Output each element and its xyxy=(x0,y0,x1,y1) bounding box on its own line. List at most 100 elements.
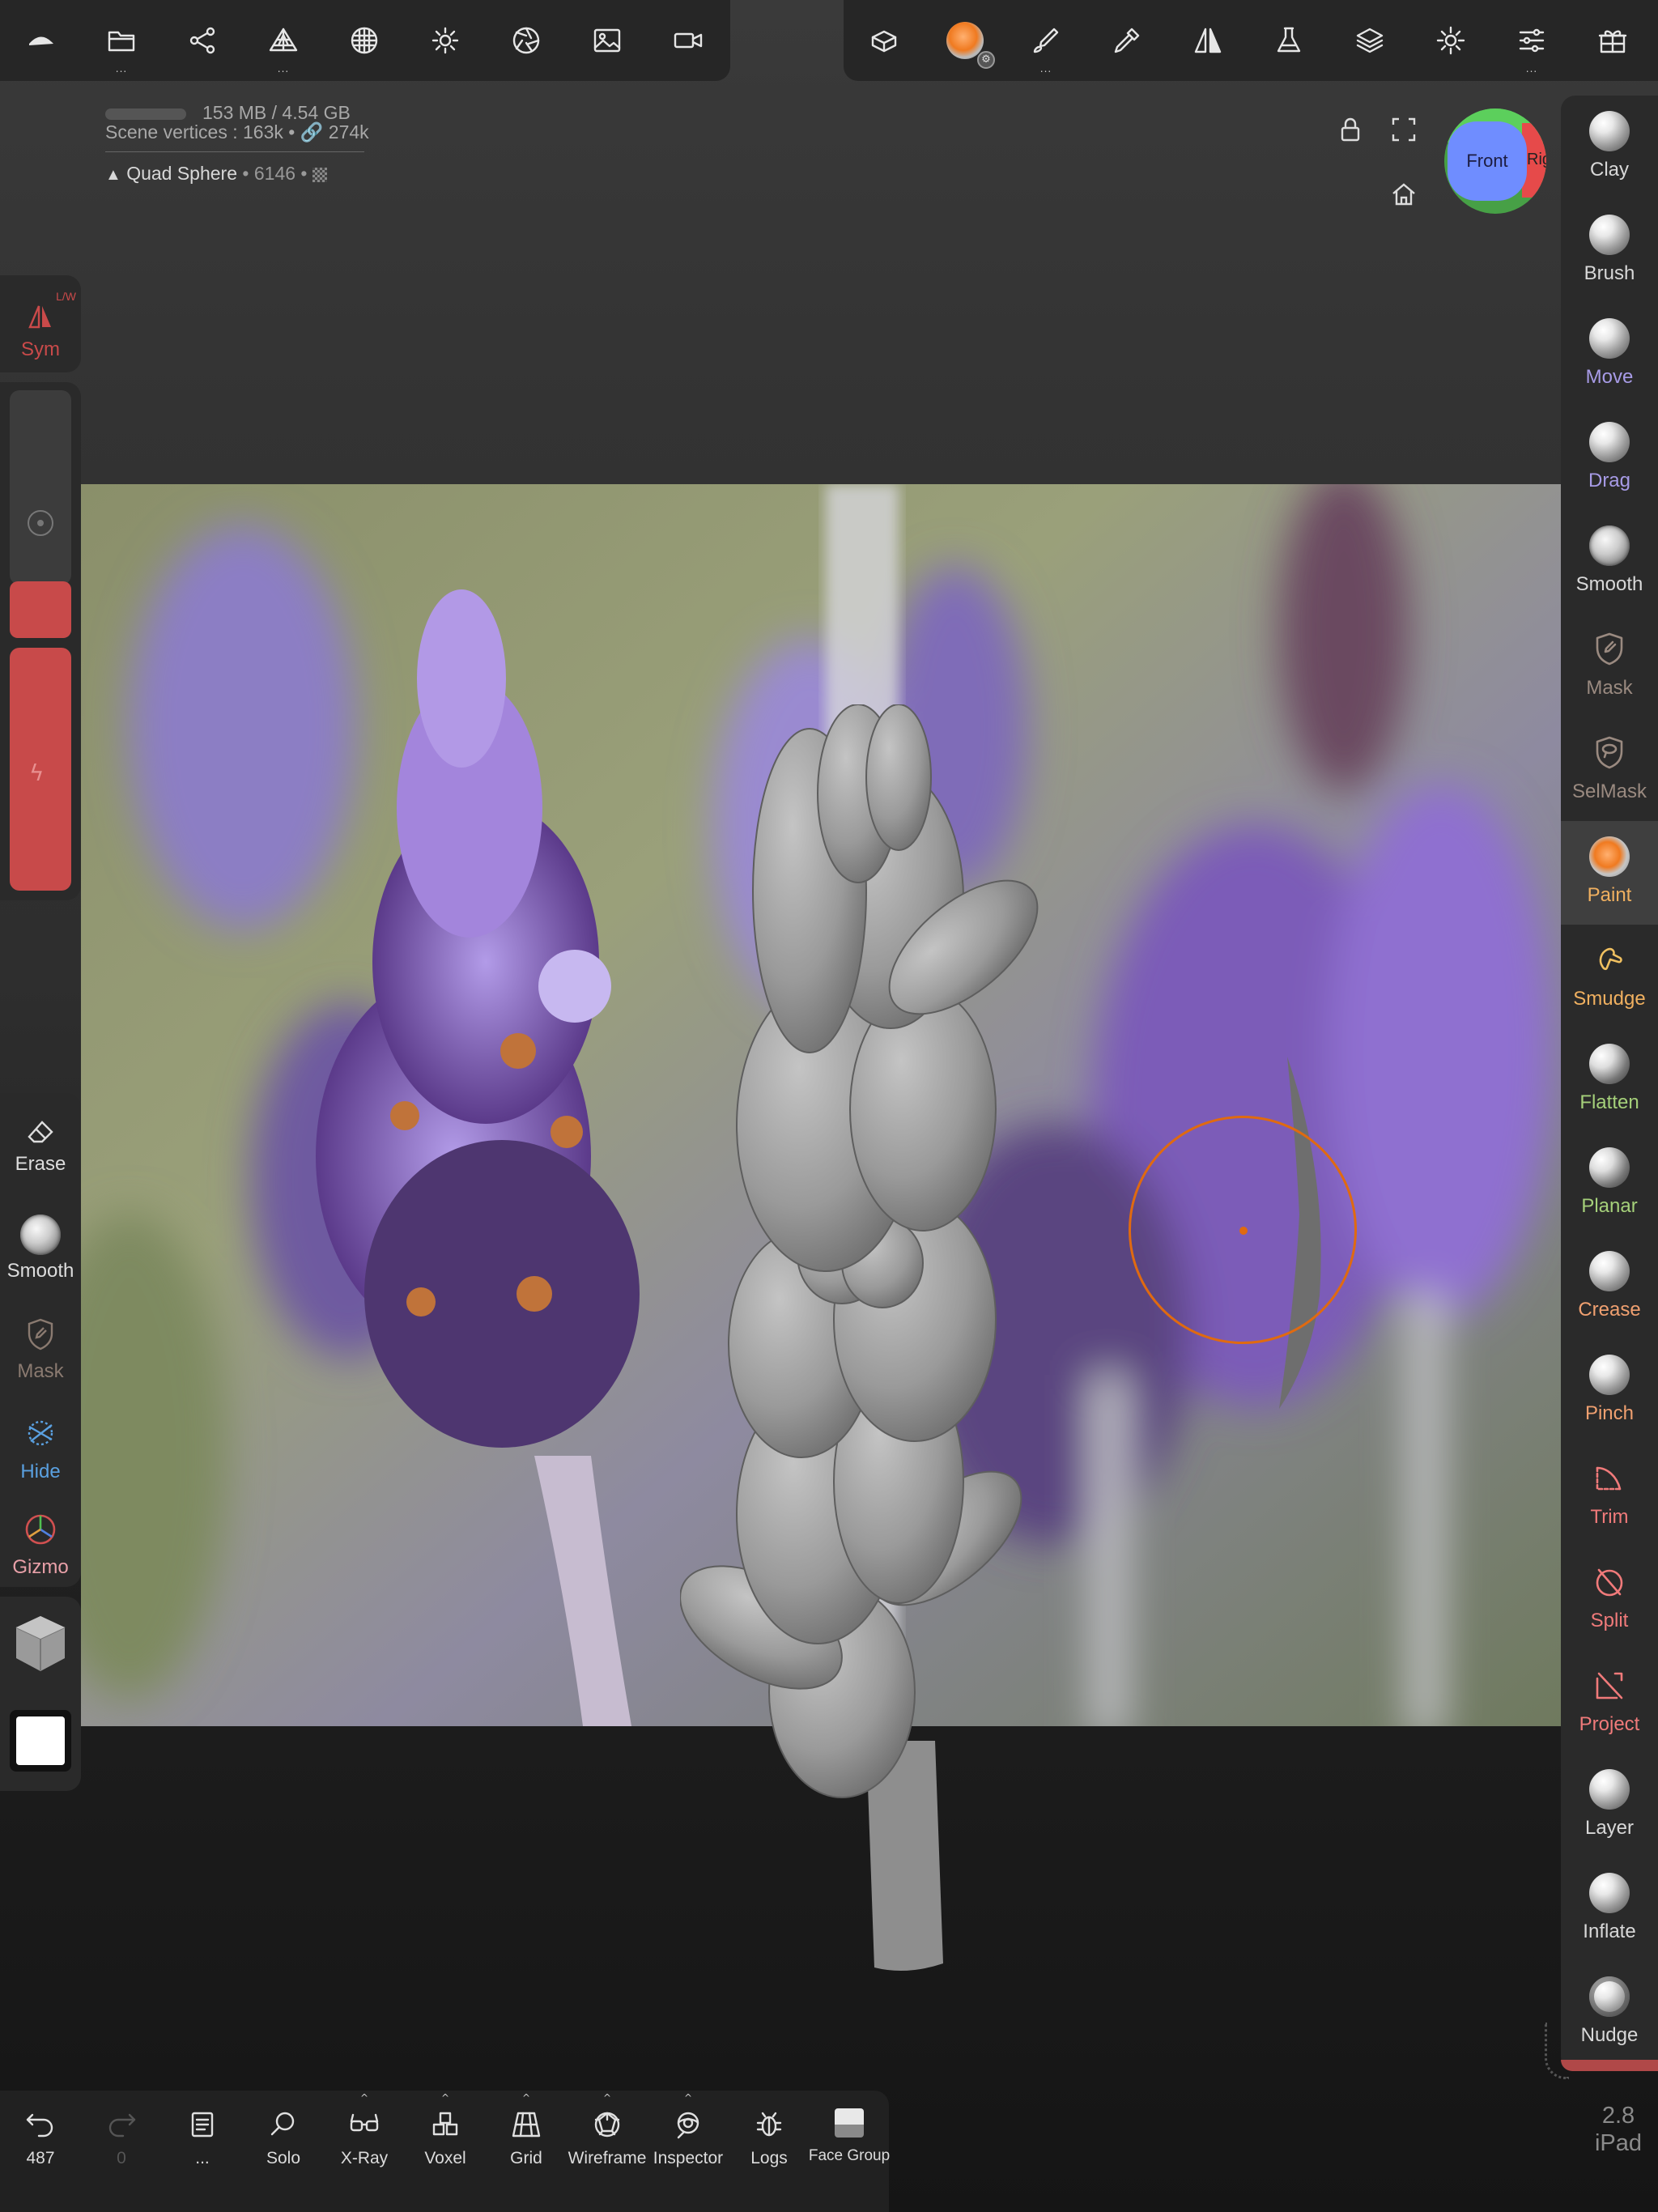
inflate-icon xyxy=(1589,1873,1630,1913)
radius-slider[interactable] xyxy=(10,390,71,585)
gift-icon[interactable] xyxy=(1572,0,1653,81)
tool-layer[interactable]: Layer xyxy=(1561,1754,1658,1857)
undo-button[interactable]: 487 xyxy=(0,2091,81,2172)
tool-smudge[interactable]: Smudge xyxy=(1561,925,1658,1028)
scene-graph-icon[interactable] xyxy=(162,0,243,81)
smooth-icon xyxy=(20,1214,61,1255)
inspector-button[interactable]: ^ Inspector xyxy=(648,2091,729,2172)
hide-button[interactable]: Hide xyxy=(0,1409,81,1506)
version-label: 2.8 iPad xyxy=(1579,2102,1658,2157)
tool-trim[interactable]: Trim xyxy=(1561,1443,1658,1546)
redo-button[interactable]: 0 xyxy=(81,2091,162,2172)
symmetry-icon xyxy=(27,303,54,334)
eyedropper-icon[interactable] xyxy=(1086,0,1167,81)
clay-icon xyxy=(1589,111,1630,151)
folder-icon[interactable] xyxy=(81,0,162,81)
intensity-slider[interactable]: ϟ xyxy=(10,648,71,891)
layer-icon xyxy=(1589,1769,1630,1810)
tool-mask[interactable]: Mask xyxy=(1561,614,1658,717)
tool-flatten[interactable]: Flatten xyxy=(1561,1028,1658,1132)
mesh-icon: ▲ xyxy=(105,166,121,184)
settings-gear-icon[interactable] xyxy=(1410,0,1491,81)
layers-icon[interactable] xyxy=(1329,0,1410,81)
tool-planar[interactable]: Planar xyxy=(1561,1132,1658,1236)
tool-inflate[interactable]: Inflate xyxy=(1561,1857,1658,1961)
tool-split[interactable]: Split xyxy=(1561,1546,1658,1650)
wireframe-button[interactable]: ^ Wireframe xyxy=(567,2091,648,2172)
mask-button[interactable]: Mask xyxy=(0,1312,81,1409)
flask-icon[interactable] xyxy=(1248,0,1329,81)
planar-icon xyxy=(1589,1147,1630,1188)
resize-handle-icon[interactable] xyxy=(1545,2023,1569,2079)
voxel-button[interactable]: ^ Voxel xyxy=(405,2091,486,2172)
symmetry-panel[interactable]: L/W Sym xyxy=(0,275,81,372)
solo-button[interactable]: Solo xyxy=(243,2091,324,2172)
tool-selmask[interactable]: SelMask xyxy=(1561,717,1658,821)
face-group-icon xyxy=(835,2108,864,2138)
top-toolbar-left xyxy=(0,0,730,81)
tool-drag[interactable]: Drag xyxy=(1561,406,1658,510)
grid-button[interactable]: ^ Grid xyxy=(486,2091,567,2172)
xray-button[interactable]: ^ X-Ray xyxy=(324,2091,405,2172)
memory-text: 153 MB / 4.54 GB xyxy=(202,102,351,123)
view-cube-front[interactable]: Front xyxy=(1448,121,1527,201)
device-name: iPad xyxy=(1594,2130,1643,2156)
topology-icon[interactable] xyxy=(243,0,324,81)
symmetry-icon[interactable] xyxy=(1167,0,1248,81)
quick-tools-panel: Erase Smooth Mask Hide Gizmo xyxy=(0,1093,81,1587)
undo-icon xyxy=(26,2113,53,2138)
paint-material-icon[interactable]: ⚙ xyxy=(925,0,1005,81)
sliders-icon[interactable] xyxy=(1491,0,1572,81)
tool-crease[interactable]: Crease xyxy=(1561,1236,1658,1339)
tool-paint[interactable]: Paint xyxy=(1561,821,1658,925)
gizmo-button[interactable]: Gizmo xyxy=(0,1506,81,1603)
mask-icon xyxy=(23,1317,58,1355)
tools-scroll-indicator[interactable] xyxy=(1561,2060,1658,2071)
material-icon[interactable] xyxy=(324,0,405,81)
view-cube[interactable]: Rig Front xyxy=(1444,108,1546,214)
tool-smooth[interactable]: Smooth xyxy=(1561,510,1658,614)
fullscreen-icon[interactable] xyxy=(1389,115,1418,147)
radius-slider-fill[interactable] xyxy=(10,581,71,638)
logs-button[interactable]: Logs xyxy=(729,2091,810,2172)
matcap-cube-icon[interactable] xyxy=(10,1611,71,1676)
background-image-icon[interactable] xyxy=(567,0,648,81)
scene-vertices-text: Scene vertices : 163k xyxy=(105,121,283,143)
flatten-icon xyxy=(1589,1044,1630,1084)
hide-icon xyxy=(21,1414,60,1456)
camera-aperture-icon[interactable] xyxy=(486,0,567,81)
tool-nudge[interactable]: Nudge xyxy=(1561,1961,1658,2065)
lock-icon[interactable] xyxy=(1336,115,1365,147)
tool-clay[interactable]: Clay xyxy=(1561,96,1658,199)
smooth-button[interactable]: Smooth xyxy=(0,1206,81,1304)
brush-stroke-icon[interactable] xyxy=(1005,0,1086,81)
brush-cursor xyxy=(1129,1116,1357,1344)
link-icon: 🔗 xyxy=(300,121,324,143)
notebook-button[interactable]: ... xyxy=(162,2091,243,2172)
smooth-icon xyxy=(1589,525,1630,566)
color-swatch[interactable] xyxy=(10,1710,71,1772)
video-camera-icon[interactable] xyxy=(648,0,729,81)
bug-icon xyxy=(756,2112,782,2137)
mesh-info[interactable]: ▲ Quad Sphere • 6146 • xyxy=(105,163,327,185)
version-number: 2.8 xyxy=(1601,2103,1635,2129)
tool-move[interactable]: Move xyxy=(1561,303,1658,406)
pinch-icon xyxy=(1589,1355,1630,1395)
tool-pinch[interactable]: Pinch xyxy=(1561,1339,1658,1443)
home-icon[interactable] xyxy=(1389,180,1418,212)
tool-brush[interactable]: Brush xyxy=(1561,199,1658,303)
light-icon[interactable] xyxy=(405,0,486,81)
face-group-button[interactable]: Face Group xyxy=(809,2091,890,2172)
info-divider xyxy=(105,151,364,152)
memory-bar xyxy=(105,108,186,120)
erase-button[interactable]: Erase xyxy=(0,1101,81,1198)
gizmo-icon xyxy=(22,1511,59,1551)
tool-project[interactable]: Project xyxy=(1561,1650,1658,1754)
drag-icon xyxy=(1589,422,1630,462)
logo-icon[interactable] xyxy=(0,0,81,81)
mesh-tools-icon[interactable] xyxy=(844,0,925,81)
sculpt-mesh[interactable] xyxy=(679,704,1052,1976)
mesh-count: 6146 xyxy=(253,163,296,184)
trim-icon xyxy=(1588,1457,1630,1499)
sym-button[interactable]: L/W Sym xyxy=(0,275,81,372)
